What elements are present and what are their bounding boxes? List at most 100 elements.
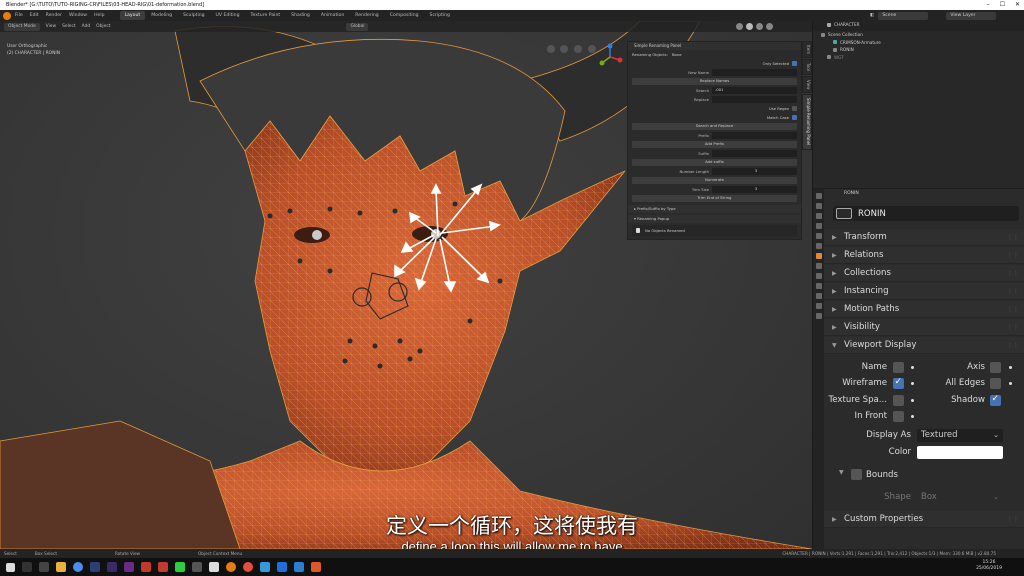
bounds-checkbox[interactable]: [851, 469, 862, 480]
keyframe-dot-icon[interactable]: [911, 415, 914, 418]
material-shading-icon[interactable]: [756, 23, 763, 30]
section-transform[interactable]: ▶ Transform ⋮⋮: [824, 229, 1024, 246]
wireframe-shading-icon[interactable]: [736, 23, 743, 30]
menu-edit[interactable]: Edit: [30, 13, 39, 18]
render-tab-icon[interactable]: [815, 203, 822, 209]
scene-tab-icon[interactable]: [815, 233, 822, 239]
object-tab-icon[interactable]: [815, 253, 822, 259]
outliner-row-armature[interactable]: CRIMSON-Armature: [813, 39, 1024, 47]
hand-icon[interactable]: [560, 45, 568, 53]
menu-window[interactable]: Window: [69, 13, 87, 18]
all-edges-checkbox[interactable]: [990, 378, 1001, 389]
view-layer-tab-icon[interactable]: [815, 223, 822, 229]
grip-icon[interactable]: ⋮⋮: [1007, 234, 1019, 241]
view-layer-selector[interactable]: View Layer: [946, 11, 997, 20]
tab-sculpting[interactable]: Sculpting: [178, 11, 209, 20]
tab-shading[interactable]: Shading: [286, 11, 315, 20]
trim-size-field[interactable]: 3: [712, 186, 797, 193]
mode-selector[interactable]: Object Mode: [4, 22, 40, 31]
tab-uv-editing[interactable]: UV Editing: [211, 11, 245, 20]
section-viewport-display[interactable]: ▼ Viewport Display ⋮⋮: [824, 337, 1024, 354]
tab-compositing[interactable]: Compositing: [385, 11, 424, 20]
shape-dropdown[interactable]: Box ⌄: [917, 491, 1003, 504]
only-selected-checkbox[interactable]: [792, 61, 797, 66]
tab-view[interactable]: View: [802, 75, 812, 94]
close-button[interactable]: ✕: [1015, 0, 1020, 10]
blender-logo-icon[interactable]: [3, 11, 11, 20]
renaming-objects-value[interactable]: Bone: [672, 52, 682, 57]
tab-animation[interactable]: Animation: [316, 11, 349, 20]
outliner-row-scene-collection[interactable]: Scene Collection: [813, 31, 1024, 39]
data-tab-icon[interactable]: [815, 303, 822, 309]
grid-icon[interactable]: [588, 45, 596, 53]
search-input[interactable]: .001: [712, 87, 797, 94]
windows-start-icon[interactable]: [6, 562, 15, 572]
add-prefix-button[interactable]: Add Prefix: [632, 141, 797, 148]
grip-icon[interactable]: ⋮⋮: [1007, 288, 1019, 295]
tab-scripting[interactable]: Scripting: [425, 11, 455, 20]
zoom-icon[interactable]: [547, 45, 555, 53]
after-effects-icon[interactable]: [124, 562, 134, 572]
color-swatch[interactable]: [917, 446, 1003, 459]
app-icon[interactable]: [158, 562, 168, 572]
display-as-dropdown[interactable]: Textured ⌄: [917, 429, 1003, 442]
maximize-button[interactable]: ☐: [1000, 0, 1005, 10]
grip-icon[interactable]: ⋮⋮: [1007, 270, 1019, 277]
number-length-field[interactable]: 3: [712, 168, 797, 175]
app-icon[interactable]: [192, 562, 202, 572]
tab-simple-renaming-panel[interactable]: Simple Renaming Panel: [802, 94, 812, 150]
replace-names-button[interactable]: Replace Names: [632, 78, 797, 85]
keyframe-dot-icon[interactable]: [911, 366, 914, 369]
modifier-tab-icon[interactable]: [815, 263, 822, 269]
wireframe-checkbox[interactable]: [893, 377, 904, 389]
app-icon[interactable]: [209, 562, 219, 572]
match-case-checkbox[interactable]: [792, 115, 797, 120]
tab-modeling[interactable]: Modeling: [146, 11, 177, 20]
outliner-row-wgt[interactable]: WGT: [813, 54, 1024, 62]
chrome-icon[interactable]: [73, 562, 83, 572]
tab-texture-paint[interactable]: Texture Paint: [246, 11, 286, 20]
constraints-tab-icon[interactable]: [815, 293, 822, 299]
axis-gizmo[interactable]: [596, 43, 624, 71]
premiere-icon[interactable]: [107, 562, 117, 572]
tab-tool[interactable]: Tool: [802, 59, 812, 75]
app-icon[interactable]: [311, 562, 321, 572]
suffix-input[interactable]: [712, 150, 797, 157]
in-front-checkbox[interactable]: [893, 411, 904, 422]
app-icon[interactable]: [260, 562, 270, 572]
particles-tab-icon[interactable]: [815, 273, 822, 279]
solid-shading-icon[interactable]: [746, 23, 753, 30]
section-collections[interactable]: ▶ Collections ⋮⋮: [824, 265, 1024, 282]
material-tab-icon[interactable]: [815, 313, 822, 319]
chevron-down-icon[interactable]: ▼: [839, 469, 844, 476]
view-menu[interactable]: View: [46, 24, 56, 29]
texture-space-checkbox[interactable]: [893, 395, 904, 406]
keyframe-dot-icon[interactable]: [911, 382, 914, 385]
menu-file[interactable]: File: [15, 13, 23, 18]
add-menu[interactable]: Add: [82, 24, 91, 29]
task-view-icon[interactable]: [39, 562, 49, 572]
prefix-suffix-by-type-subpanel[interactable]: ▸ Prefix/Suffix by Type: [628, 205, 801, 213]
scene-selector[interactable]: Scene: [878, 11, 929, 20]
grip-icon[interactable]: ⋮⋮: [1007, 324, 1019, 331]
add-suffix-button[interactable]: Add suffix: [632, 159, 797, 166]
outliner-row-character[interactable]: CHARACTER: [813, 21, 860, 29]
app-icon[interactable]: [277, 562, 287, 572]
output-tab-icon[interactable]: [815, 213, 822, 219]
orientation-selector[interactable]: Global: [346, 22, 369, 31]
section-motion-paths[interactable]: ▶ Motion Paths ⋮⋮: [824, 301, 1024, 318]
search-replace-button[interactable]: Search and Replace: [632, 123, 797, 130]
use-regex-checkbox[interactable]: [792, 106, 797, 111]
keyframe-dot-icon[interactable]: [1009, 382, 1012, 385]
tool-tab-icon[interactable]: [815, 193, 822, 199]
object-name-field[interactable]: RONIN: [833, 206, 1019, 221]
blender-taskbar-icon[interactable]: [226, 562, 236, 572]
section-instancing[interactable]: ▶ Instancing ⋮⋮: [824, 283, 1024, 300]
section-visibility[interactable]: ▶ Visibility ⋮⋮: [824, 319, 1024, 336]
trim-end-button[interactable]: Trim End of String: [632, 195, 797, 202]
app-icon[interactable]: [243, 562, 253, 572]
prefix-input[interactable]: [712, 132, 797, 139]
keyframe-dot-icon[interactable]: [1009, 366, 1012, 369]
physics-tab-icon[interactable]: [815, 283, 822, 289]
app-icon[interactable]: [294, 562, 304, 572]
